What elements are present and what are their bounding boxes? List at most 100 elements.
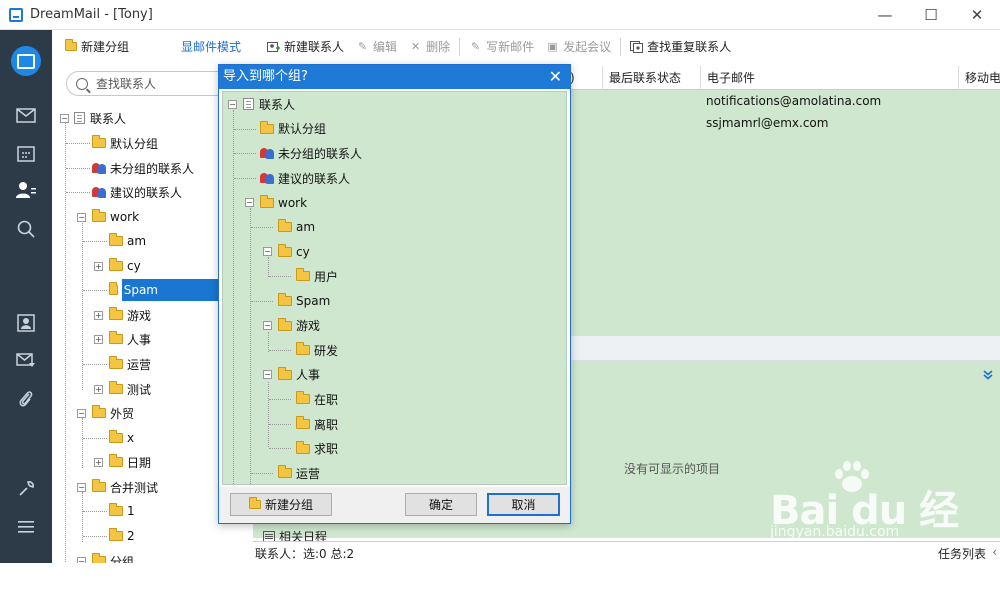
dialog-close-icon[interactable]: ✕ <box>549 65 562 89</box>
new-group-button[interactable]: 新建分组 <box>58 30 135 63</box>
dialog-tree-item-operations[interactable]: 运营 <box>223 461 563 484</box>
dialog-tree-item-resigned[interactable]: 离职 <box>223 412 563 437</box>
mailbox-icon[interactable] <box>11 46 41 76</box>
tree-item-cy[interactable]: + cy <box>52 254 218 279</box>
menu-icon[interactable] <box>13 514 39 540</box>
dialog-tree-item-default-group[interactable]: 默认分组 <box>223 117 563 142</box>
column-header-mobile[interactable]: 移动电 <box>958 66 1000 90</box>
dialog-tree-item-contacts[interactable]: − 联系人 <box>223 92 563 117</box>
folder-icon <box>109 258 123 272</box>
tools-icon[interactable] <box>13 476 39 502</box>
dialog-tree-item-suggested[interactable]: 建议的联系人 <box>223 166 563 191</box>
search-icon[interactable] <box>13 216 39 242</box>
tree-item-x[interactable]: x <box>52 426 218 451</box>
new-contact-button[interactable]: 新建联系人 <box>261 30 350 63</box>
dialog-tree-item-job-seeking[interactable]: 求职 <box>223 436 563 461</box>
tree-item-1[interactable]: 1 <box>52 499 218 524</box>
attachment-icon[interactable] <box>13 386 39 412</box>
new-folder-icon <box>248 497 261 509</box>
tree-item-operations[interactable]: 运营 <box>52 352 218 377</box>
dialog-new-group-button[interactable]: 新建分组 <box>230 493 332 516</box>
close-window-button[interactable]: ✕ <box>954 0 1000 30</box>
tree-item-test[interactable]: + 测试 <box>52 377 218 402</box>
dialog-tree-item-spam[interactable]: Spam <box>223 289 563 314</box>
dialog-tree-label: 研发 <box>314 343 339 358</box>
tree-item-merge-test[interactable]: − 合并测试 <box>52 475 218 500</box>
start-meeting-button[interactable]: ▣ 发起会议 <box>540 30 617 63</box>
mail-filter-icon[interactable] <box>13 348 39 374</box>
expand-icon[interactable]: + <box>94 261 103 271</box>
expand-icon[interactable]: + <box>94 334 103 344</box>
table-row-email[interactable]: notifications@amolatina.com <box>706 94 881 108</box>
tree-item-contacts[interactable]: − 联系人 <box>52 106 218 131</box>
expand-icon[interactable]: + <box>94 384 103 394</box>
collapse-icon[interactable]: − <box>228 99 237 109</box>
edit-label: 编辑 <box>373 40 398 54</box>
tree-item-hr[interactable]: + 人事 <box>52 327 218 352</box>
dialog-tree-item-users[interactable]: 用户 <box>223 264 563 289</box>
folder-icon <box>109 233 123 247</box>
collapse-icon[interactable]: − <box>263 247 272 257</box>
collapse-icon[interactable]: − <box>77 556 86 563</box>
collapse-icon[interactable]: − <box>263 370 272 380</box>
window-title: DreamMail - [Tony] <box>30 7 153 22</box>
tree-item-ungrouped[interactable]: 未分组的联系人 <box>52 156 218 181</box>
find-duplicates-icon <box>630 40 644 53</box>
tree-item-work[interactable]: − work <box>52 205 218 230</box>
expand-icon[interactable]: + <box>94 457 103 467</box>
tree-item-games[interactable]: + 游戏 <box>52 303 218 328</box>
dialog-tree-item-cy[interactable]: − cy <box>223 240 563 265</box>
tree-item-default-group[interactable]: 默认分组 <box>52 131 218 156</box>
tree-item-2[interactable]: 2 <box>52 524 218 549</box>
pane-splitter[interactable] <box>570 335 1000 361</box>
dialog-tree-item-employed[interactable]: 在职 <box>223 387 563 412</box>
collapse-icon[interactable]: − <box>77 212 86 222</box>
dialog-tree-label: Spam <box>296 294 331 309</box>
column-header-email[interactable]: 电子邮件 <box>700 66 755 90</box>
dialog-tree-item-work[interactable]: − work <box>223 190 563 215</box>
expand-icon[interactable]: + <box>94 310 103 320</box>
collapse-icon[interactable]: − <box>77 408 86 418</box>
search-input[interactable]: 查找联系人 <box>66 71 231 96</box>
calendar-icon[interactable] <box>13 140 39 166</box>
tree-item-spam[interactable]: Spam <box>52 278 218 303</box>
find-duplicates-button[interactable]: 查找重复联系人 <box>624 30 737 63</box>
baidu-watermark: Bai du 经验 jingyan.baidu.com <box>770 460 970 592</box>
dialog-tree-item-games[interactable]: − 游戏 <box>223 313 563 338</box>
tree-item-foreign-trade[interactable]: − 外贸 <box>52 401 218 426</box>
contacts-icon[interactable] <box>13 177 39 203</box>
chevron-left-icon[interactable]: ‹ <box>992 545 997 559</box>
tree-item-suggested[interactable]: 建议的联系人 <box>52 180 218 205</box>
dialog-tree-label: 运营 <box>296 466 321 481</box>
folder-icon <box>109 430 123 444</box>
people-icon <box>260 172 275 184</box>
write-mail-button[interactable]: ✎ 写新邮件 <box>463 30 540 63</box>
double-chevron-down-icon[interactable] <box>983 370 993 383</box>
tree-item-date[interactable]: + 日期 <box>52 450 218 475</box>
dialog-tree-item-hr[interactable]: − 人事 <box>223 363 563 388</box>
maximize-button[interactable]: ☐ <box>908 0 954 30</box>
column-header-last-status[interactable]: 最后联系状态 <box>602 66 681 90</box>
collapse-icon[interactable]: − <box>77 482 86 492</box>
collapse-icon[interactable]: − <box>263 321 272 331</box>
show-mail-mode-link[interactable]: 显邮件模式 <box>175 30 247 63</box>
minimize-button[interactable]: — <box>862 0 908 30</box>
cancel-button[interactable]: 取消 <box>487 493 560 516</box>
dialog-tree-item-ungrouped[interactable]: 未分组的联系人 <box>223 141 563 166</box>
tree-item-am[interactable]: am <box>52 229 218 254</box>
collapse-icon[interactable]: − <box>60 113 69 123</box>
ok-button[interactable]: 确定 <box>405 493 477 516</box>
contact-card-icon[interactable] <box>13 310 39 336</box>
folder-icon <box>278 219 292 233</box>
table-row-email[interactable]: ssjmamrl@emx.com <box>706 116 828 130</box>
folder-icon <box>278 366 292 380</box>
dialog-tree-item-rnd[interactable]: 研发 <box>223 338 563 363</box>
mail-icon[interactable] <box>13 102 39 128</box>
tree-item-label: Spam <box>121 279 218 302</box>
collapse-icon[interactable]: − <box>245 198 254 208</box>
delete-button[interactable]: ✕ 删除 <box>403 30 456 63</box>
tree-item-group[interactable]: − 分组 <box>52 549 218 563</box>
dialog-tree-item-am[interactable]: am <box>223 215 563 240</box>
edit-button[interactable]: ✎ 编辑 <box>350 30 403 63</box>
folder-icon <box>278 317 292 331</box>
